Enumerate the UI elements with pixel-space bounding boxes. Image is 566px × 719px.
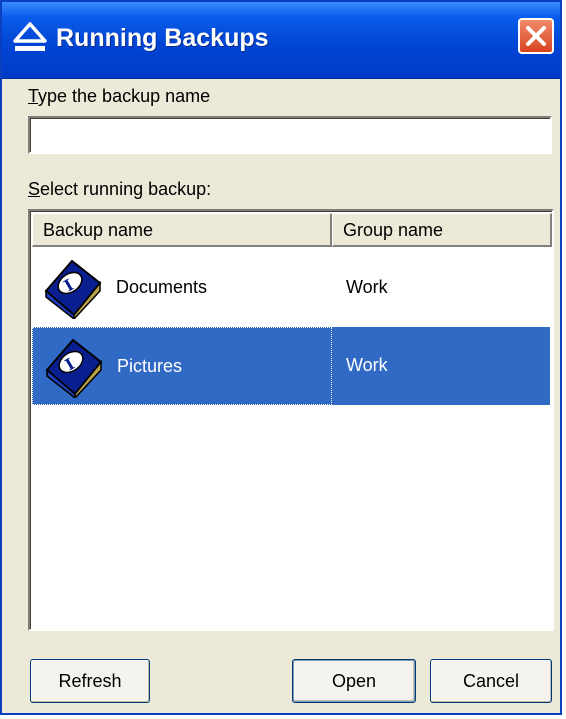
backup-name-cell: I Documents	[32, 249, 332, 327]
close-icon	[526, 26, 546, 46]
backup-name-cell: I Pictures	[32, 327, 332, 405]
running-backups-list[interactable]: Backup name Group name I Documents Work	[28, 209, 554, 631]
title-bar[interactable]: Running Backups	[2, 2, 560, 79]
eject-icon	[13, 22, 47, 51]
open-button[interactable]: Open	[292, 659, 416, 703]
select-backup-label: Select running backup:	[28, 179, 212, 199]
backup-book-icon: I	[44, 259, 102, 319]
cancel-button[interactable]: Cancel	[430, 659, 552, 703]
refresh-button[interactable]: Refresh	[30, 659, 150, 703]
running-backups-dialog: Running Backups Type the backup name Sel…	[0, 0, 562, 715]
column-header-group-name[interactable]: Group name	[332, 213, 552, 247]
backup-book-icon: I	[45, 338, 103, 398]
list-header: Backup name Group name	[32, 213, 552, 247]
backup-name-label: Type the backup name	[28, 86, 211, 106]
backup-name-input[interactable]	[28, 116, 552, 154]
window-title: Running Backups	[56, 24, 269, 52]
backup-name: Documents	[116, 277, 208, 297]
list-item-selected[interactable]: I Pictures Work	[32, 327, 550, 405]
backup-name: Pictures	[117, 356, 183, 376]
column-header-backup-name[interactable]: Backup name	[32, 213, 332, 247]
group-name: Work	[346, 277, 388, 297]
group-name: Work	[346, 355, 388, 375]
list-item[interactable]: I Documents Work	[32, 249, 550, 327]
close-button[interactable]	[518, 18, 554, 54]
